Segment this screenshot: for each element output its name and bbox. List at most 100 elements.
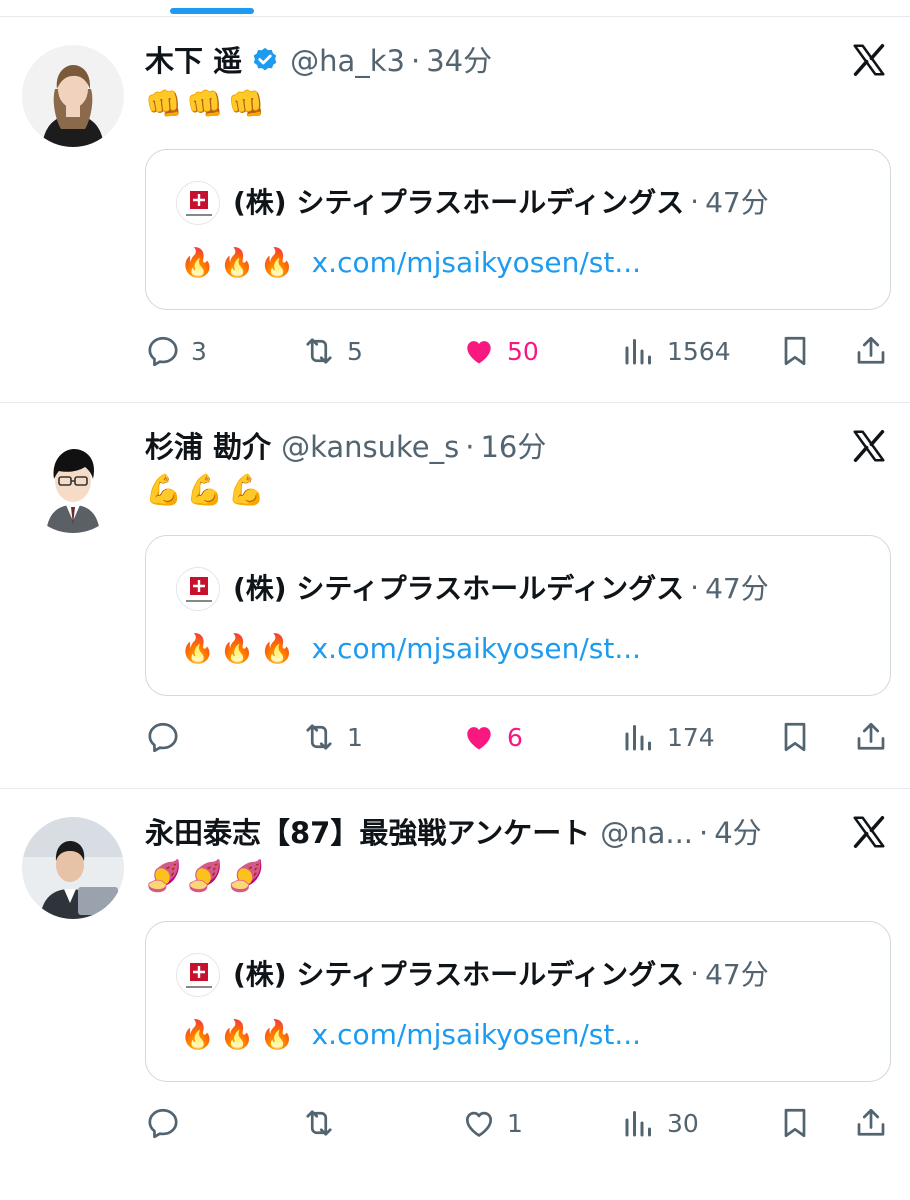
separator: · bbox=[699, 816, 709, 850]
bookmark-icon bbox=[777, 333, 813, 369]
like-count: 1 bbox=[507, 1108, 523, 1138]
reply-icon bbox=[145, 1105, 181, 1141]
separator: · bbox=[690, 184, 700, 218]
like-button[interactable]: 6 bbox=[461, 715, 523, 759]
bookmark-button[interactable] bbox=[777, 329, 813, 373]
tweet-header: 永田泰志【87】最強戦アンケート @na... · 4分 bbox=[145, 813, 762, 853]
bookmark-button[interactable] bbox=[777, 715, 813, 759]
share-icon bbox=[853, 1105, 889, 1141]
views-icon bbox=[621, 719, 657, 755]
retweet-count: 5 bbox=[347, 336, 363, 366]
verified-badge-icon bbox=[250, 46, 280, 76]
quote-display-name: (株) シティプラスホールディングス bbox=[233, 572, 685, 605]
quote-timestamp: 47分 bbox=[705, 572, 769, 605]
share-icon bbox=[853, 333, 889, 369]
timestamp[interactable]: 34分 bbox=[426, 41, 492, 81]
retweet-icon bbox=[301, 333, 337, 369]
separator: · bbox=[690, 570, 700, 604]
display-name[interactable]: 木下 遥 bbox=[145, 41, 242, 81]
view-count: 1564 bbox=[667, 336, 731, 366]
retweet-icon bbox=[301, 719, 337, 755]
quote-emoji: 🔥🔥🔥 bbox=[180, 1017, 300, 1051]
quote-header: (株) シティプラスホールディングス · 47分 bbox=[233, 180, 769, 222]
views-button[interactable]: 30 bbox=[621, 1101, 699, 1145]
company-logo-icon bbox=[177, 954, 220, 997]
display-name[interactable]: 杉浦 勘介 bbox=[145, 427, 271, 467]
tweet[interactable]: 永田泰志【87】最強戦アンケート @na... · 4分 🍠🍠🍠 (株) シティ… bbox=[0, 789, 910, 1200]
share-button[interactable] bbox=[853, 715, 889, 759]
active-tab-indicator bbox=[170, 8, 254, 14]
quote-link[interactable]: x.com/mjsaikyosen/st... bbox=[312, 246, 641, 279]
retweet-button[interactable]: 1 bbox=[301, 715, 363, 759]
tweet-header: 杉浦 勘介 @kansuke_s · 16分 bbox=[145, 427, 546, 467]
reply-icon bbox=[145, 719, 181, 755]
action-bar: 3 5 50 1564 bbox=[145, 329, 891, 373]
bookmark-icon bbox=[777, 719, 813, 755]
tweet[interactable]: 木下 遥 @ha_k3 · 34分 👊👊👊 (株) シティプラスホールディングス… bbox=[0, 17, 910, 403]
quote-tweet[interactable]: (株) シティプラスホールディングス · 47分 🔥🔥🔥 x.com/mjsai… bbox=[145, 921, 891, 1082]
reply-count: 3 bbox=[191, 336, 207, 366]
quote-emoji: 🔥🔥🔥 bbox=[180, 245, 300, 279]
views-button[interactable]: 174 bbox=[621, 715, 715, 759]
x-logo-icon bbox=[850, 41, 888, 79]
quote-body: 🔥🔥🔥 x.com/mjsaikyosen/st... bbox=[180, 240, 641, 284]
heart-icon bbox=[461, 1105, 497, 1141]
reply-button[interactable] bbox=[145, 715, 191, 759]
separator: · bbox=[690, 956, 700, 990]
view-count: 174 bbox=[667, 722, 715, 752]
share-icon bbox=[853, 719, 889, 755]
quote-avatar bbox=[176, 567, 220, 611]
avatar[interactable] bbox=[22, 45, 124, 147]
reply-button[interactable]: 3 bbox=[145, 329, 207, 373]
views-icon bbox=[621, 1105, 657, 1141]
handle[interactable]: @ha_k3 bbox=[290, 41, 405, 81]
company-logo-icon bbox=[177, 182, 220, 225]
bookmark-icon bbox=[777, 1105, 813, 1141]
timestamp[interactable]: 16分 bbox=[480, 427, 546, 467]
avatar[interactable] bbox=[22, 431, 124, 533]
quote-body: 🔥🔥🔥 x.com/mjsaikyosen/st... bbox=[180, 1012, 641, 1056]
retweet-button[interactable]: 5 bbox=[301, 329, 363, 373]
display-name[interactable]: 永田泰志【87】最強戦アンケート bbox=[145, 813, 590, 853]
company-logo-icon bbox=[177, 568, 220, 611]
handle[interactable]: @na... bbox=[600, 813, 693, 853]
quote-timestamp: 47分 bbox=[705, 186, 769, 219]
quote-link[interactable]: x.com/mjsaikyosen/st... bbox=[312, 632, 641, 665]
quote-emoji: 🔥🔥🔥 bbox=[180, 631, 300, 665]
tweet-text: 🍠🍠🍠 bbox=[145, 859, 270, 894]
like-button[interactable]: 50 bbox=[461, 329, 539, 373]
views-button[interactable]: 1564 bbox=[621, 329, 731, 373]
tweet-header: 木下 遥 @ha_k3 · 34分 bbox=[145, 41, 492, 81]
tweet-text: 👊👊👊 bbox=[145, 87, 270, 122]
quote-body: 🔥🔥🔥 x.com/mjsaikyosen/st... bbox=[180, 626, 641, 670]
share-button[interactable] bbox=[853, 1101, 889, 1145]
bookmark-button[interactable] bbox=[777, 1101, 813, 1145]
share-button[interactable] bbox=[853, 329, 889, 373]
timestamp[interactable]: 4分 bbox=[714, 813, 761, 853]
quote-timestamp: 47分 bbox=[705, 958, 769, 991]
like-count: 50 bbox=[507, 336, 539, 366]
quote-display-name: (株) シティプラスホールディングス bbox=[233, 186, 685, 219]
quote-tweet[interactable]: (株) シティプラスホールディングス · 47分 🔥🔥🔥 x.com/mjsai… bbox=[145, 149, 891, 310]
view-count: 30 bbox=[667, 1108, 699, 1138]
quote-avatar bbox=[176, 181, 220, 225]
reply-icon bbox=[145, 333, 181, 369]
separator: · bbox=[465, 430, 475, 464]
action-bar: 1 30 bbox=[145, 1101, 891, 1145]
tweet[interactable]: 杉浦 勘介 @kansuke_s · 16分 💪💪💪 (株) シティプラスホール… bbox=[0, 403, 910, 789]
quote-tweet[interactable]: (株) シティプラスホールディングス · 47分 🔥🔥🔥 x.com/mjsai… bbox=[145, 535, 891, 696]
heart-icon bbox=[461, 333, 497, 369]
quote-header: (株) シティプラスホールディングス · 47分 bbox=[233, 566, 769, 608]
x-logo-icon bbox=[850, 813, 888, 851]
quote-header: (株) シティプラスホールディングス · 47分 bbox=[233, 952, 769, 994]
retweet-button[interactable] bbox=[301, 1101, 347, 1145]
quote-link[interactable]: x.com/mjsaikyosen/st... bbox=[312, 1018, 641, 1051]
x-logo-icon bbox=[850, 427, 888, 465]
quote-display-name: (株) シティプラスホールディングス bbox=[233, 958, 685, 991]
views-icon bbox=[621, 333, 657, 369]
like-button[interactable]: 1 bbox=[461, 1101, 523, 1145]
avatar[interactable] bbox=[22, 817, 124, 919]
heart-icon bbox=[461, 719, 497, 755]
reply-button[interactable] bbox=[145, 1101, 191, 1145]
handle[interactable]: @kansuke_s bbox=[281, 427, 459, 467]
